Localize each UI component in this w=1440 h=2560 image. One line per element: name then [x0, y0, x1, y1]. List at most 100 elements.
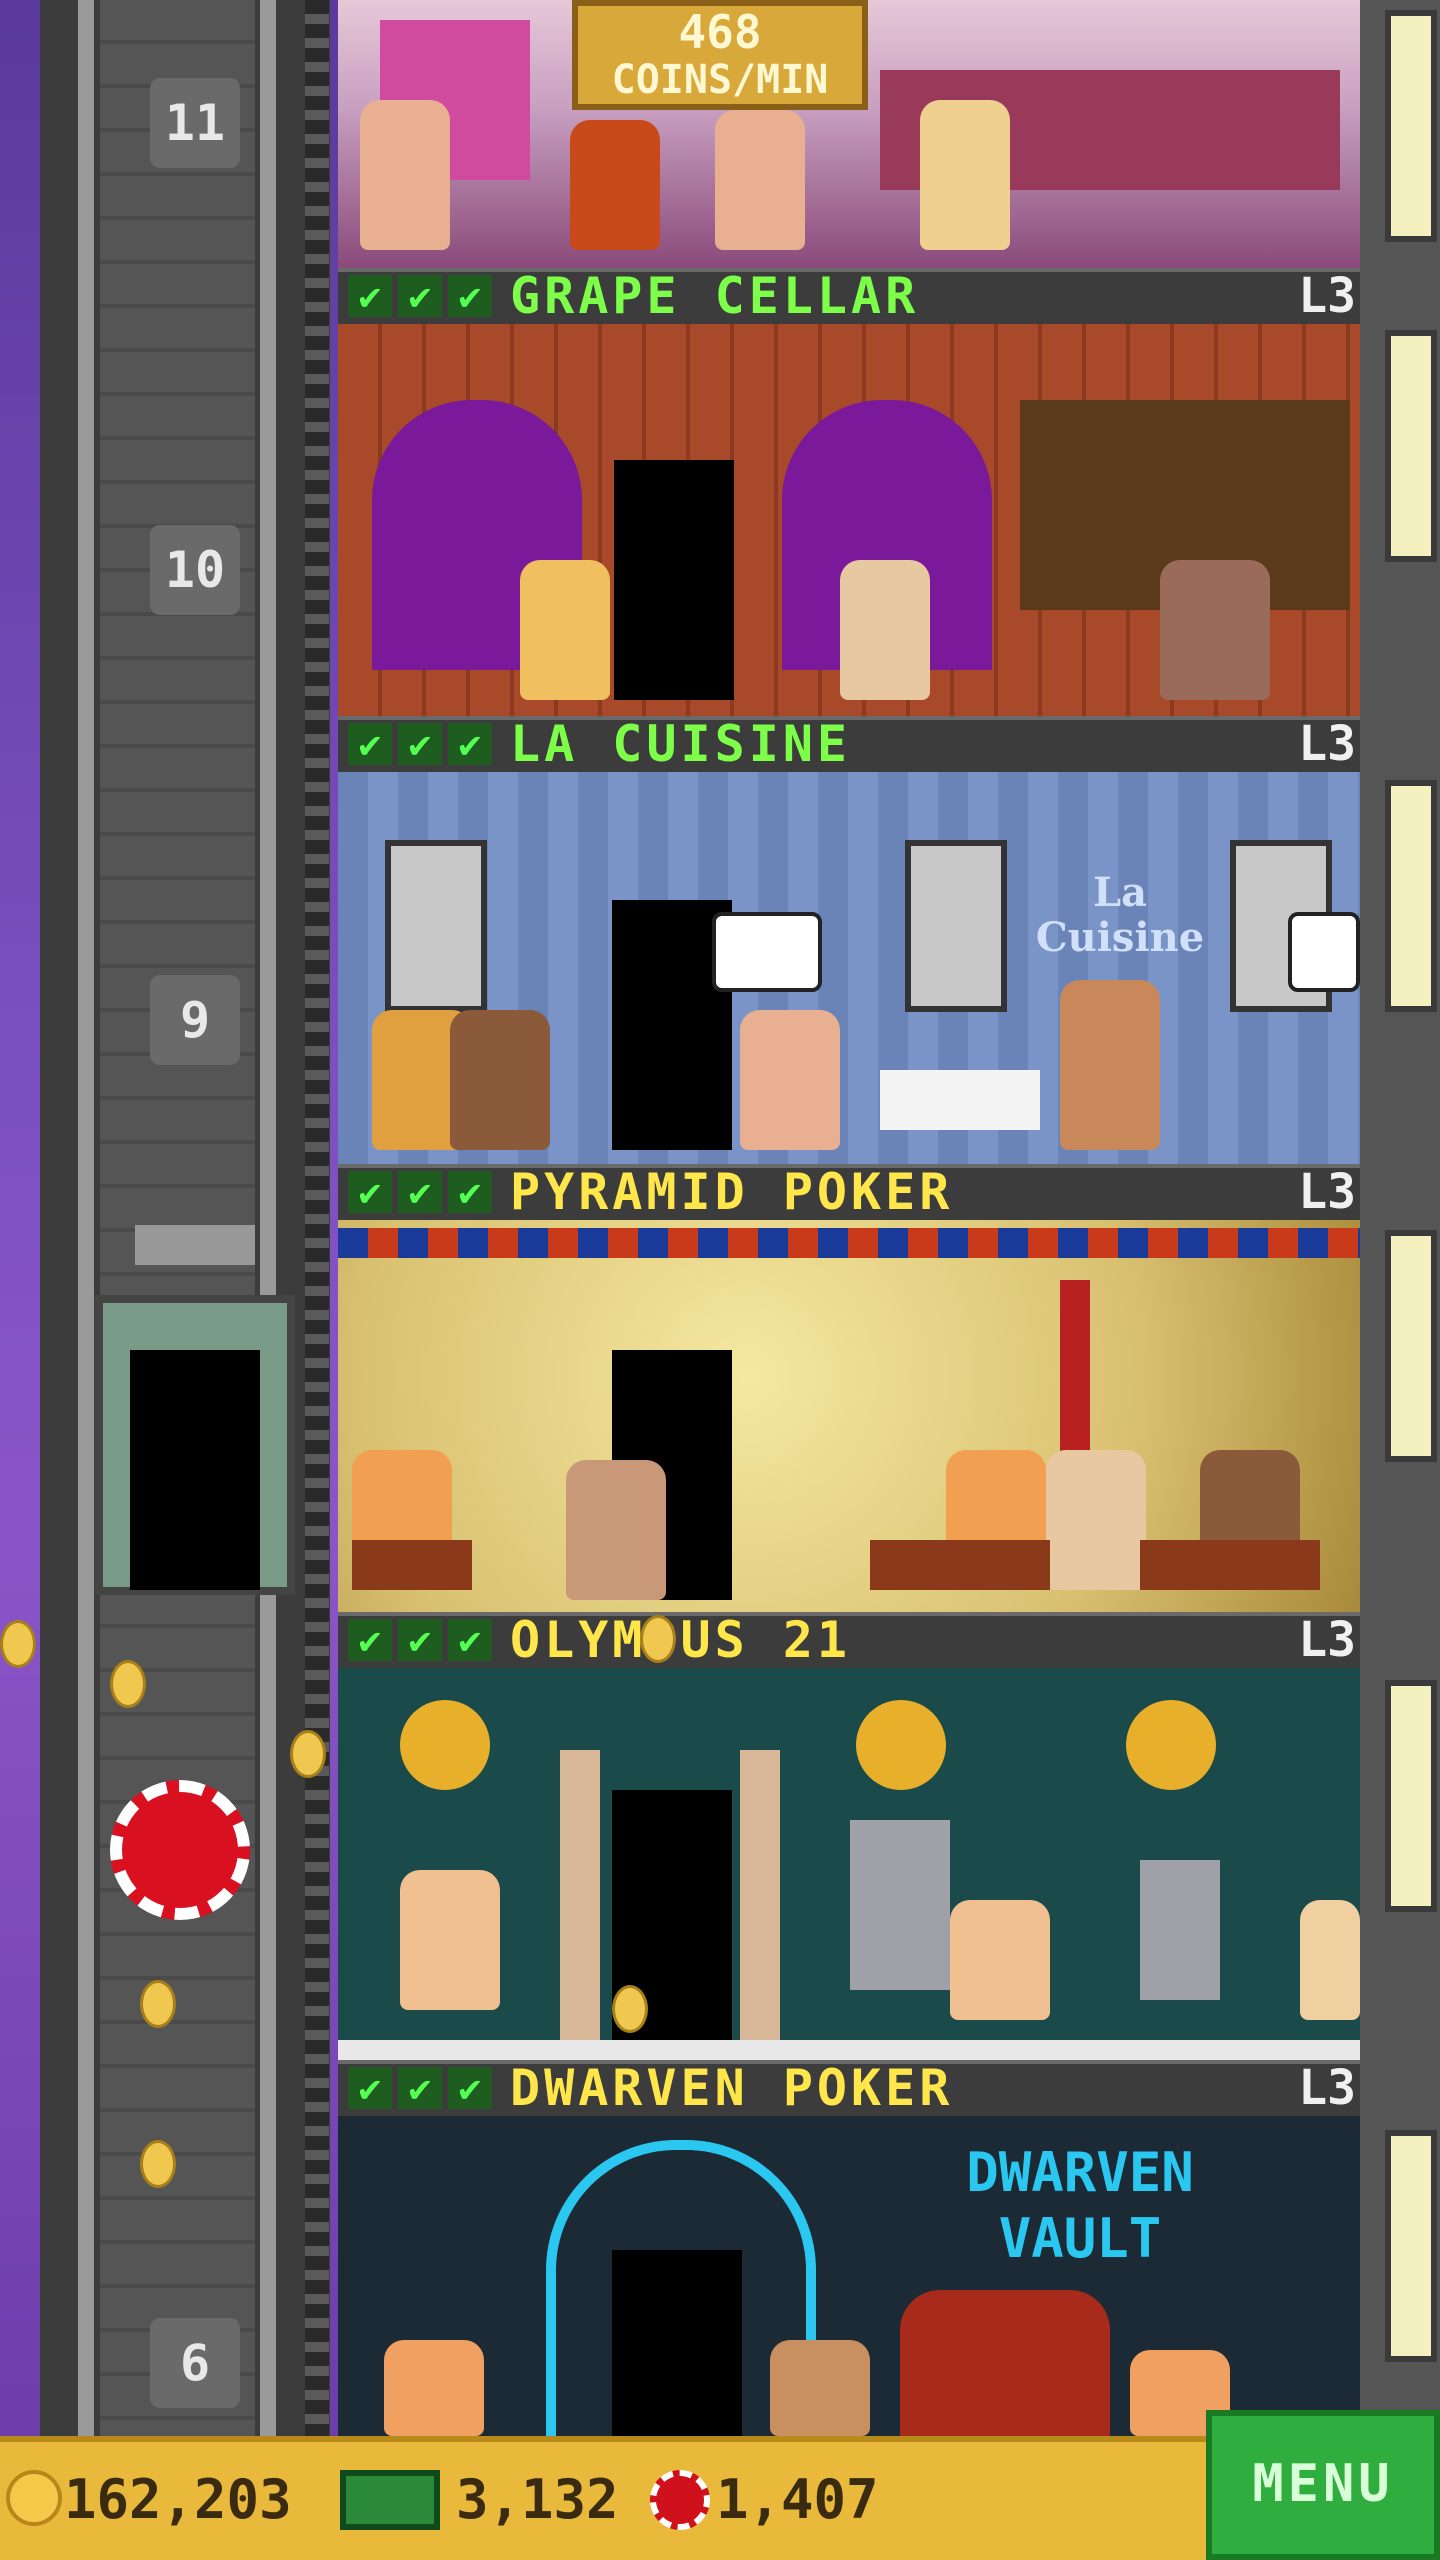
window: [1385, 1680, 1437, 1912]
floor-name-grape-cellar: GRAPE CELLAR: [510, 267, 920, 325]
elevator-rail-left: [78, 0, 94, 2460]
floor-level: L3: [1298, 268, 1356, 324]
bitizen[interactable]: [570, 120, 660, 250]
menu-button[interactable]: MENU: [1206, 2410, 1440, 2560]
room-door[interactable]: [612, 2250, 742, 2436]
bitizen[interactable]: [384, 2340, 484, 2436]
bitizen[interactable]: [920, 100, 1010, 250]
speech-bubble[interactable]: [1288, 912, 1360, 992]
bitizen[interactable]: [520, 560, 610, 700]
floor-name-dwarven-poker: DWARVEN POKER: [510, 2059, 954, 2117]
check-icon: ✔: [348, 275, 392, 317]
check-icon: ✔: [398, 1619, 442, 1661]
coins-per-minute-value: 468: [678, 5, 762, 59]
coins-per-minute-unit: COINS/MIN: [611, 57, 829, 103]
elevator-chain: [305, 0, 329, 2460]
flying-coin-icon: [140, 2140, 176, 2188]
floor-level: L3: [1298, 1164, 1356, 1220]
gold-medallion: [1126, 1700, 1216, 1790]
greek-column: [740, 1750, 780, 2040]
check-icon: ✔: [348, 1171, 392, 1213]
bitizen[interactable]: [770, 2340, 870, 2436]
bitizen[interactable]: [360, 100, 450, 250]
poker-table: [352, 1540, 472, 1590]
check-icon: ✔: [448, 1619, 492, 1661]
bux-count[interactable]: 3,132: [456, 2460, 619, 2540]
dining-table: [880, 1070, 1040, 1130]
check-icon: ✔: [448, 1171, 492, 1213]
chip-icon[interactable]: [650, 2470, 710, 2530]
poker-table: [1140, 1540, 1320, 1590]
chef[interactable]: [1060, 980, 1160, 1150]
floor-level: L3: [1298, 1612, 1356, 1668]
check-icon: ✔: [448, 2067, 492, 2109]
window: [1385, 780, 1437, 1012]
painting: [385, 840, 487, 1012]
statue: [1140, 1860, 1220, 2000]
bitizen[interactable]: [840, 560, 930, 700]
elevator-rail-right: [260, 0, 276, 2460]
coins-count: 162,203: [64, 2468, 292, 2531]
check-icon: ✔: [348, 1619, 392, 1661]
floor-number-9: 9: [150, 975, 240, 1065]
stock-checks: ✔ ✔ ✔: [348, 1164, 492, 1220]
check-icon: ✔: [348, 723, 392, 765]
check-icon: ✔: [398, 1171, 442, 1213]
floor-level: L3: [1298, 2060, 1356, 2116]
check-icon: ✔: [448, 723, 492, 765]
bitizen[interactable]: [566, 1460, 666, 1600]
floor-number-10: 10: [150, 525, 240, 615]
painting: [905, 840, 1007, 1012]
bitizen[interactable]: [715, 110, 805, 250]
flying-coin-icon: [640, 1615, 676, 1663]
floor-number-11: 11: [150, 78, 240, 168]
dragon: [900, 2290, 1110, 2436]
floor-number-6: 6: [150, 2318, 240, 2408]
bitizen[interactable]: [950, 1900, 1050, 2020]
window: [1385, 1230, 1437, 1462]
floor-name-olympus-21: OLYMPUS 21: [510, 1611, 852, 1669]
dwarven-sign-line2: VAULT: [998, 2207, 1162, 2270]
check-icon: ✔: [398, 2067, 442, 2109]
gold-medallion: [400, 1700, 490, 1790]
poker-table: [870, 1540, 1050, 1590]
egyptian-frieze: [338, 1228, 1360, 1258]
zeus-statue: [850, 1820, 950, 1990]
room-door[interactable]: [614, 460, 734, 700]
bitizen[interactable]: [1300, 1900, 1360, 2020]
window: [1385, 10, 1437, 242]
stock-checks: ✔ ✔ ✔: [348, 716, 492, 772]
check-icon: ✔: [448, 275, 492, 317]
floor-trim: [338, 2040, 1360, 2060]
bitizen[interactable]: [400, 1870, 500, 2010]
elevator-cable-housing: [135, 1225, 255, 1265]
gold-medallion: [856, 1700, 946, 1790]
stock-checks: ✔ ✔ ✔: [348, 2060, 492, 2116]
floor-name-la-cuisine: LA CUISINE: [510, 715, 852, 773]
bux-icon[interactable]: [340, 2470, 440, 2530]
coins-per-minute-badge: 468 COINS/MIN: [572, 0, 868, 110]
flying-coin-icon: [140, 1980, 176, 2028]
bitizen[interactable]: [740, 1010, 840, 1150]
stock-checks: ✔ ✔ ✔: [348, 268, 492, 324]
floor-level: L3: [1298, 716, 1356, 772]
speech-bubble[interactable]: [712, 912, 822, 992]
coin-icon: [6, 2470, 62, 2526]
bitizen[interactable]: [450, 1010, 550, 1150]
check-icon: ✔: [398, 275, 442, 317]
check-icon: ✔: [348, 2067, 392, 2109]
bitizen[interactable]: [1160, 560, 1270, 700]
check-icon: ✔: [398, 723, 442, 765]
flying-coin-icon: [110, 1660, 146, 1708]
dwarven-vault-sign: DWARVEN VAULT: [900, 2140, 1260, 2280]
window: [1385, 2130, 1437, 2362]
window: [1385, 330, 1437, 562]
flying-coin-icon: [0, 1620, 36, 1668]
elevator-door[interactable]: [130, 1350, 260, 1590]
dwarven-sign-line1: DWARVEN: [966, 2141, 1194, 2204]
chip-token-icon[interactable]: [110, 1780, 250, 1920]
bitizen[interactable]: [1046, 1450, 1146, 1590]
chips-count[interactable]: 1,407: [716, 2460, 879, 2540]
flying-coin-icon: [612, 1985, 648, 2033]
stock-checks: ✔ ✔ ✔: [348, 1612, 492, 1668]
